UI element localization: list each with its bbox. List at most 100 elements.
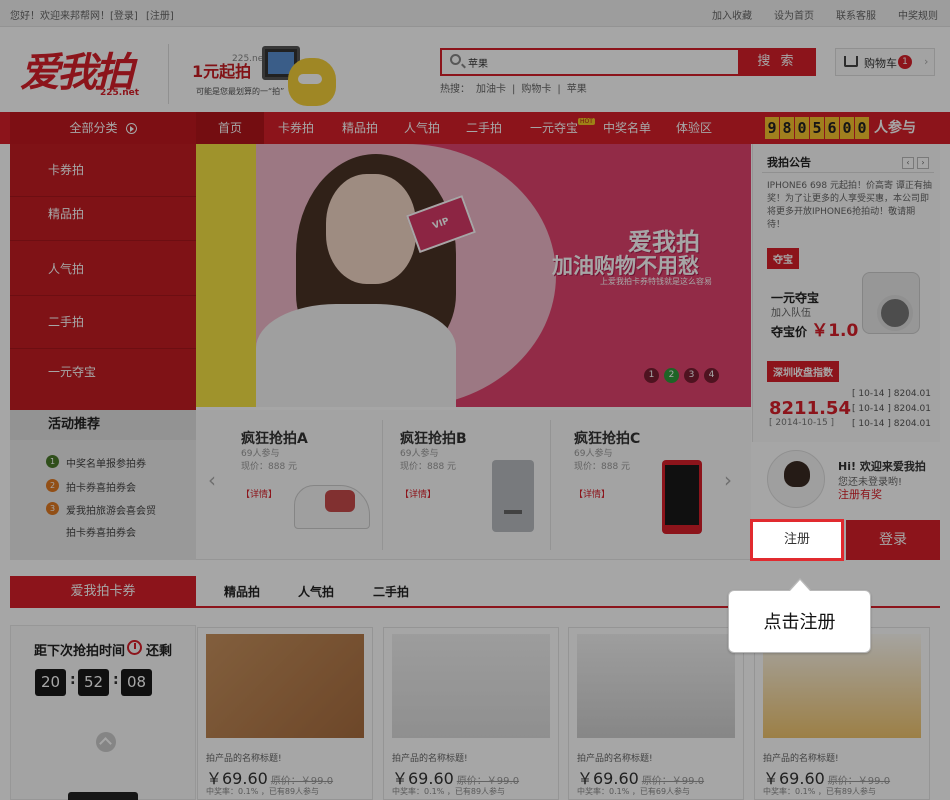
treasure-price-value: ￥1.0: [811, 321, 859, 341]
sidebar-item-popular[interactable]: 人气拍: [10, 243, 196, 296]
product-card[interactable]: 拍产品的名称标题! ￥69.60 原价：￥99.0 中奖率：0.1% ，已有69人…: [568, 627, 744, 800]
hot-search: 热搜： 加油卡 | 购物卡 | 苹果: [440, 80, 593, 95]
search-button[interactable]: 搜 索: [738, 48, 816, 76]
top-login-link[interactable]: [登录]: [110, 7, 138, 22]
register-button[interactable]: 注册: [750, 519, 844, 561]
notice-text[interactable]: IPHONE6 698 元起拍！价高寄 谭正有抽奖！为了让更多的人享受买惠，本公…: [767, 180, 932, 232]
card-meta: 中奖率：0.1% ，已有69人参与: [577, 787, 691, 796]
banner-model-body: [256, 304, 456, 407]
activity-link[interactable]: 爱我拍旅游会喜会贸: [66, 502, 156, 517]
nav-secondhand-auction[interactable]: 二手拍: [454, 112, 514, 144]
bottles-image: [577, 634, 735, 738]
banner-dot[interactable]: 3: [684, 368, 699, 383]
notice-title: 我拍公告: [767, 156, 811, 169]
banner-dot-active[interactable]: 2: [664, 368, 679, 383]
index-history-row: [ 10-14 ] 8204.01: [852, 404, 931, 414]
sidebar-item-one-yuan[interactable]: 一元夺宝: [10, 346, 196, 399]
cart-button[interactable]: 购物车 1 ›: [835, 48, 935, 76]
instant-camera-image[interactable]: [862, 272, 920, 334]
tab-popular[interactable]: 人气拍: [298, 583, 334, 600]
counter-digit: 5: [810, 117, 824, 139]
all-categories-button[interactable]: 全部分类: [10, 112, 196, 144]
nav-card-auction[interactable]: 卡券拍: [266, 112, 326, 144]
activity-link[interactable]: 拍卡券喜拍券会: [66, 479, 136, 494]
avatar: [767, 450, 825, 508]
search-input[interactable]: [468, 53, 728, 71]
product-detail-link[interactable]: 【详情】: [574, 487, 640, 500]
index-tag: 深圳收盘指数: [767, 361, 839, 382]
product-name: 疯狂抢拍A: [241, 431, 308, 447]
all-categories-label: 全部分类: [69, 121, 118, 135]
nav-experience[interactable]: 体验区: [664, 112, 724, 144]
product-card[interactable]: 拍产品的名称标题! ￥69.60 原价：￥99.0 中奖率：0.1% ，已有89人…: [197, 627, 373, 800]
logo-domain: 225.net: [100, 88, 140, 98]
banner-pagination: 1234: [644, 366, 724, 383]
nav-home[interactable]: 首页: [196, 112, 264, 144]
chevron-right-icon[interactable]: ›: [724, 468, 732, 492]
card-title: 拍产品的名称标题!: [392, 754, 468, 764]
activity-number: 3: [46, 502, 59, 515]
chevron-left-icon[interactable]: ‹: [208, 468, 216, 492]
activity-number: 2: [46, 479, 59, 492]
top-link-homepage[interactable]: 设为首页: [774, 7, 814, 22]
product-detail-link[interactable]: 【详情】: [400, 487, 467, 500]
category-menu: 卡券拍 精品拍 人气拍 二手拍 一元夺宝: [10, 144, 196, 410]
banner-dot[interactable]: 1: [644, 368, 659, 383]
top-link-favorite[interactable]: 加入收藏: [712, 7, 752, 22]
product-item[interactable]: 疯狂抢拍C 69人参与 现价：888 元 【详情】: [574, 428, 640, 500]
register-reward-link[interactable]: 注册有奖: [838, 486, 882, 502]
hot-word-gas-card[interactable]: 加油卡: [476, 84, 506, 95]
activity-link[interactable]: 中奖名单报参拍券: [66, 455, 146, 470]
counter-digit: 9: [765, 117, 779, 139]
nav-popular-auction[interactable]: 人气拍: [392, 112, 452, 144]
register-tooltip: 点击注册: [728, 590, 871, 653]
countdown-separator: :: [70, 672, 76, 688]
counter-digit: 8: [780, 117, 794, 139]
tab-secondhand[interactable]: 二手拍: [373, 583, 409, 600]
product-card[interactable]: 拍产品的名称标题! ￥69.60 原价：￥99.0 中奖率：0.1% ，已有89人…: [383, 627, 559, 800]
product-item[interactable]: 疯狂抢拍B 69人参与 现价：888 元 【详情】: [400, 428, 467, 500]
hot-badge: HOT: [578, 118, 595, 125]
notice-prev-button[interactable]: ‹: [902, 157, 914, 169]
hot-word-apple[interactable]: 苹果: [567, 84, 587, 95]
banner-dot[interactable]: 4: [704, 368, 719, 383]
cart-count-badge: 1: [898, 55, 912, 69]
product-item[interactable]: 疯狂抢拍A 69人参与 现价：888 元 【详情】: [241, 428, 308, 500]
sneaker-image: [294, 485, 370, 529]
counter-suffix: 人参与: [874, 120, 916, 136]
top-register-link[interactable]: [注册]: [146, 7, 174, 22]
countdown-remaining-label: 还剩: [146, 644, 173, 659]
nav-winners[interactable]: 中奖名单: [596, 112, 658, 144]
top-link-service[interactable]: 联系客服: [836, 7, 876, 22]
card-title: 拍产品的名称标题!: [577, 754, 653, 764]
notice-next-button[interactable]: ›: [917, 157, 929, 169]
hot-word-shopping-card[interactable]: 购物卡: [521, 84, 551, 95]
product-participants: 69人参与: [241, 449, 280, 459]
nav-premium-auction[interactable]: 精品拍: [330, 112, 390, 144]
activity-number: 1: [46, 455, 59, 468]
sidebar-item-premium[interactable]: 精品拍: [10, 188, 196, 241]
activity-link[interactable]: 拍卡券喜拍券会: [66, 524, 136, 539]
product-participants: 69人参与: [574, 449, 613, 459]
tab-premium[interactable]: 精品拍: [224, 583, 260, 600]
device-image: [68, 792, 138, 800]
index-history-row: [ 10-14 ] 8204.01: [852, 419, 931, 429]
top-bar: 您好！欢迎来邦帮网！ [登录] [注册] 加入收藏 设为首页 联系客服 中奖规则: [0, 0, 950, 27]
cartoon-mascot-image: [288, 58, 336, 106]
scroll-up-button[interactable]: [96, 732, 116, 752]
card-meta: 中奖率：0.1% ，已有89人参与: [206, 787, 320, 796]
clock-icon: [127, 640, 142, 655]
login-button[interactable]: 登录: [846, 520, 940, 560]
sidebar-item-secondhand[interactable]: 二手拍: [10, 296, 196, 349]
countdown-minutes: 52: [78, 669, 109, 696]
slogan-subtitle: 可能是您最划算的一“拍”: [196, 87, 285, 96]
slogan-title: 1元起拍: [192, 62, 252, 81]
nav-one-yuan-treasure[interactable]: 一元夺宝: [520, 112, 588, 144]
index-date: [ 2014-10-15 ]: [769, 418, 835, 428]
cart-label: 购物车: [864, 57, 897, 70]
top-link-rules[interactable]: 中奖规则: [898, 7, 938, 22]
card-title: 拍产品的名称标题!: [763, 754, 839, 764]
water-heater-image: [492, 460, 534, 532]
countdown-hours: 20: [35, 669, 66, 696]
product-divider: [382, 420, 383, 550]
